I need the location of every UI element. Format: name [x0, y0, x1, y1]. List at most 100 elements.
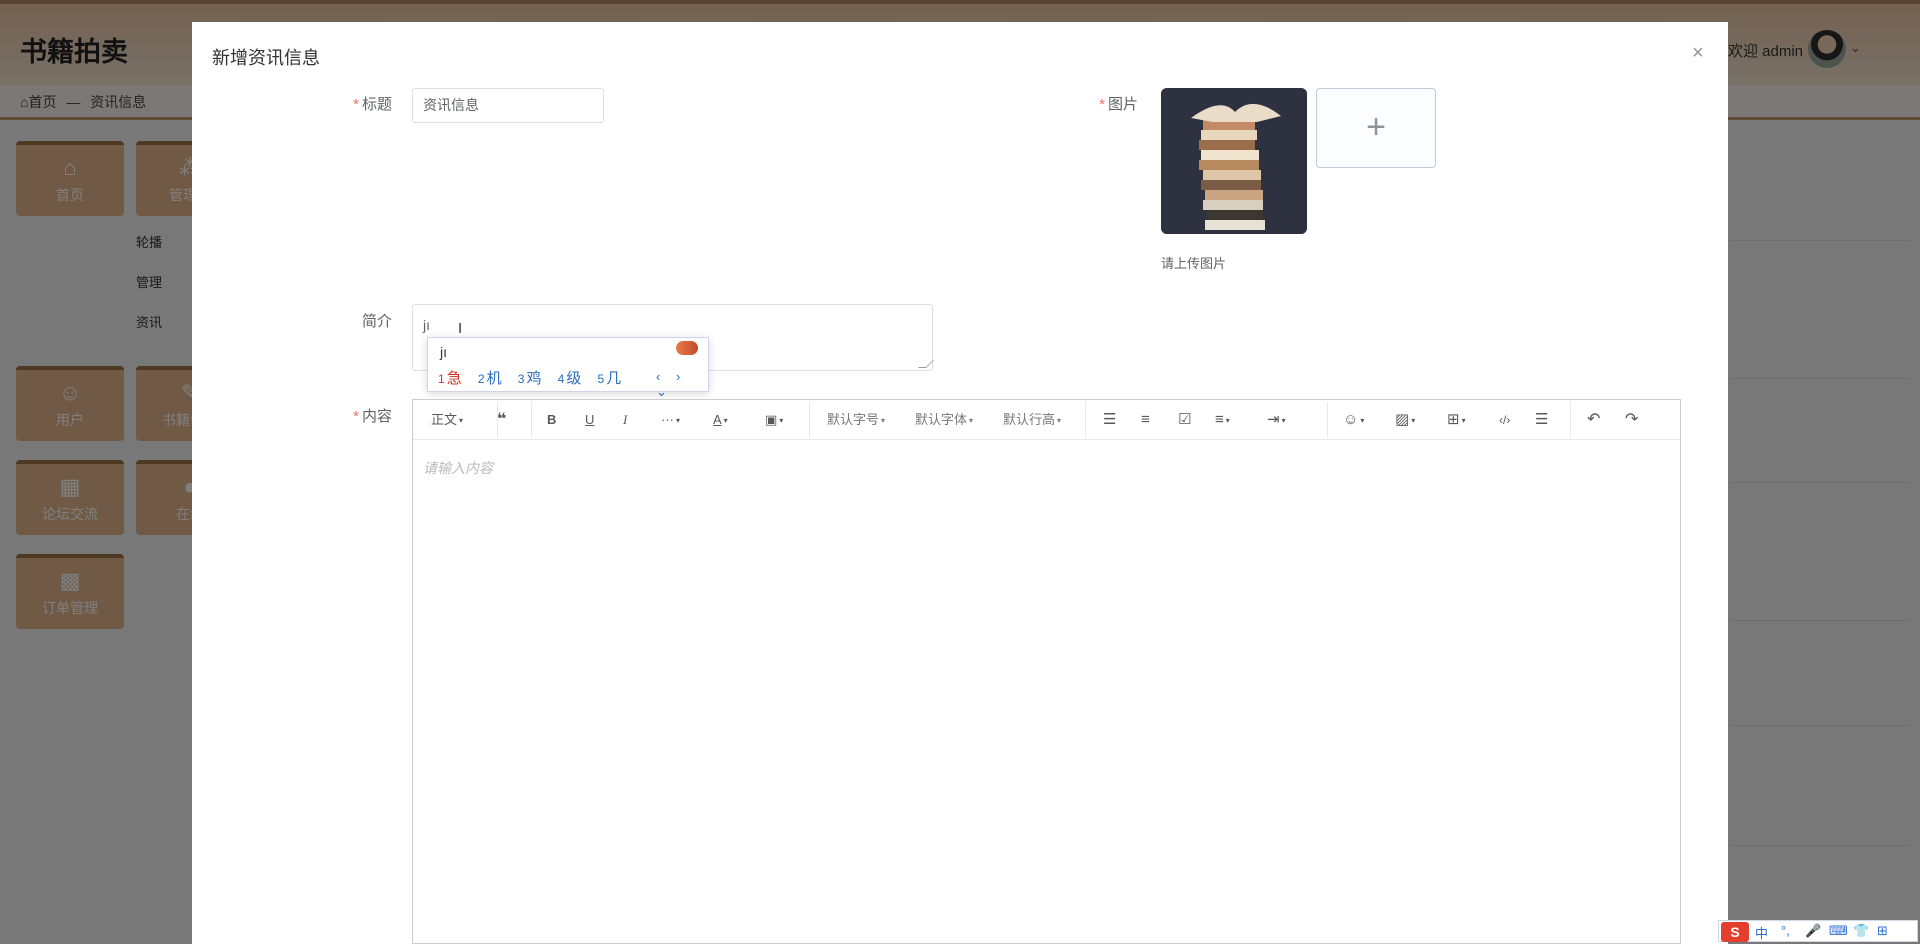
required-mark: * [353, 408, 359, 425]
caret-down-icon: ▾ [1225, 415, 1230, 425]
close-icon[interactable]: × [1692, 42, 1704, 65]
dialog-title: 新增资讯信息 [212, 48, 320, 68]
toolbox-icon[interactable]: ⊞ [1877, 923, 1888, 939]
redo-icon[interactable]: ↷ [1625, 400, 1638, 440]
ime-status-bar: S 中 °, 🎤 ⌨ 👕 ⊞ [1718, 920, 1918, 942]
pic-label-text: 图片 [1107, 96, 1138, 113]
ime-candidate[interactable]: 2机 [478, 367, 502, 388]
paragraph-select[interactable]: 正文 ▾ [431, 400, 463, 440]
toolbar-divider [1570, 402, 1571, 438]
content-label: * 内容 [312, 405, 392, 426]
undo-icon[interactable]: ↶ [1587, 400, 1600, 440]
ime-lang-toggle[interactable]: 中 [1755, 923, 1768, 942]
more-format-button[interactable]: ··· ▾ [661, 400, 680, 440]
microphone-icon[interactable]: 🎤 [1805, 923, 1821, 939]
title-input[interactable]: 资讯信息 [412, 88, 604, 123]
image-button[interactable]: ▨ ▾ [1395, 400, 1415, 440]
indent-icon: ⇥ [1267, 411, 1280, 428]
pic-label: * 图片 [1058, 93, 1138, 114]
ime-candidate-num: 3 [517, 372, 525, 386]
caret-down-icon: ▾ [1411, 415, 1416, 425]
code-icon[interactable]: ‹/› [1499, 400, 1510, 440]
pic-tip: 请上传图片 [1161, 256, 1227, 271]
bold-icon[interactable]: B [547, 400, 556, 440]
editor-toolbar: 正文 ▾ ❝ B U I ··· ▾ A ▾ ▣ ▾ 默认字号 ▾ 默认字体 ▾ 默认行高 ▾… [413, 400, 1680, 440]
todo-icon[interactable]: ☑ [1178, 400, 1191, 440]
emoji-button[interactable]: ☺ ▾ [1343, 400, 1364, 440]
add-news-dialog: 新增资讯信息 × * 标题 资讯信息 * 图片 + 请上传图片 简介 jı I … [192, 22, 1728, 944]
font-size-select[interactable]: 默认字号 ▾ [827, 400, 885, 440]
editor-placeholder[interactable]: 请输入内容 [423, 458, 493, 478]
font-size-label: 默认字号 [827, 412, 880, 427]
line-height-label: 默认行高 [1003, 412, 1056, 427]
image-icon: ▨ [1395, 411, 1410, 428]
ime-candidate-text: 级 [566, 370, 582, 387]
ime-candidate-num: 5 [597, 372, 605, 386]
ime-candidate[interactable]: 5几 [598, 367, 622, 388]
title-label-text: 标题 [361, 96, 392, 113]
caret-down-icon: ▾ [676, 415, 681, 425]
ime-pinyin: jı [440, 344, 447, 360]
title-label: * 标题 [312, 93, 392, 114]
required-mark: * [1099, 96, 1105, 113]
caret-down-icon: ▾ [881, 415, 886, 425]
emoji-icon: ☺ [1343, 411, 1359, 428]
table-icon: ⊞ [1447, 411, 1460, 428]
indent-button[interactable]: ⇥ ▾ [1267, 400, 1286, 440]
caret-down-icon: ▾ [459, 415, 464, 425]
ime-skin-icon[interactable] [676, 341, 698, 355]
align-icon: ≡ [1215, 411, 1224, 428]
toolbar-divider [809, 402, 810, 438]
content-label-text: 内容 [361, 408, 392, 425]
sogou-logo-icon[interactable]: S [1721, 922, 1749, 942]
line-height-select[interactable]: 默认行高 ▾ [1003, 400, 1061, 440]
font-color-button[interactable]: A ▾ [713, 400, 728, 440]
ime-candidate[interactable]: 1急 [438, 367, 462, 388]
skin-icon[interactable]: 👕 [1853, 923, 1869, 939]
text-cursor-icon: I [458, 320, 463, 337]
ime-candidate-text: 鸡 [526, 370, 542, 387]
font-family-label: 默认字体 [915, 412, 968, 427]
blockquote-icon[interactable]: ❝ [497, 400, 506, 440]
font-family-select[interactable]: 默认字体 ▾ [915, 400, 973, 440]
ime-candidate[interactable]: 4级 [558, 367, 582, 388]
ime-candidate-text: 机 [486, 370, 502, 387]
rich-text-editor: 正文 ▾ ❝ B U I ··· ▾ A ▾ ▣ ▾ 默认字号 ▾ 默认字体 ▾ 默认行高 ▾… [412, 399, 1681, 944]
resize-handle[interactable] [918, 360, 934, 368]
ime-candidate-num: 1 [438, 372, 445, 386]
summary-value: jı [423, 317, 430, 333]
plus-icon: + [1366, 108, 1386, 146]
ime-candidate-text: 急 [446, 370, 462, 387]
align-button[interactable]: ≡ ▾ [1215, 400, 1230, 440]
bg-color-button[interactable]: ▣ ▾ [765, 400, 783, 440]
ime-page-nav[interactable]: ‹ › ⌄ [656, 369, 708, 400]
ime-candidate-text: 几 [606, 370, 622, 387]
caret-down-icon: ▾ [1281, 415, 1286, 425]
bg-color-icon: ▣ [765, 412, 778, 427]
book-stack-image [1161, 88, 1307, 234]
caret-down-icon: ▾ [1057, 415, 1062, 425]
caret-down-icon: ▾ [969, 415, 974, 425]
image-upload-button[interactable]: + [1316, 88, 1436, 168]
caret-down-icon: ▾ [723, 415, 728, 425]
italic-icon[interactable]: I [623, 400, 627, 440]
ime-candidate[interactable]: 3鸡 [518, 367, 542, 388]
ime-candidate-popup: jı 1急 2机 3鸡 4级 5几 ‹ › ⌄ [427, 337, 709, 399]
numbered-list-icon[interactable]: ≡ [1141, 400, 1150, 440]
table-button[interactable]: ⊞ ▾ [1447, 400, 1466, 440]
caret-down-icon: ▾ [779, 415, 784, 425]
keyboard-icon[interactable]: ⌨ [1829, 923, 1848, 939]
font-color-icon: A [713, 412, 722, 427]
ime-candidate-num: 2 [477, 372, 485, 386]
paragraph-label: 正文 [431, 412, 458, 427]
uploaded-book-image[interactable] [1161, 88, 1307, 234]
bullet-list-icon[interactable]: ☰ [1103, 400, 1116, 440]
toolbar-divider [1327, 402, 1328, 438]
summary-label: 简介 [361, 313, 392, 330]
divider-icon[interactable]: ☰ [1535, 400, 1548, 440]
underline-icon[interactable]: U [585, 400, 594, 440]
ime-candidates: 1急 2机 3鸡 4级 5几 [438, 367, 633, 388]
toolbar-divider [1085, 402, 1086, 438]
required-mark: * [353, 96, 359, 113]
ime-punct-toggle[interactable]: °, [1781, 923, 1790, 938]
